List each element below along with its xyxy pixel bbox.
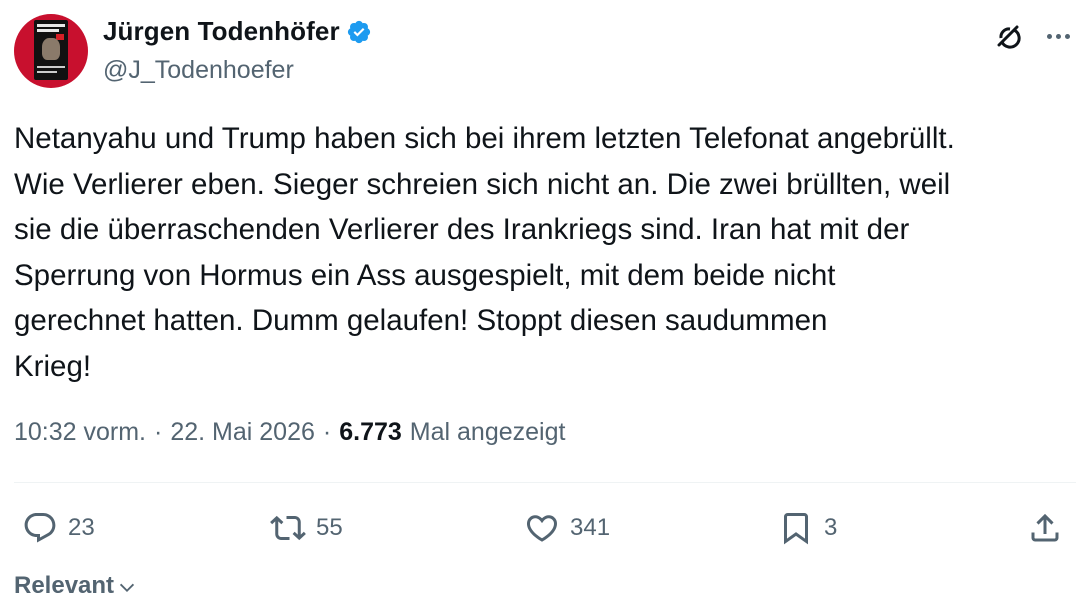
chevron-down-icon bbox=[119, 583, 135, 593]
bookmark-button[interactable]: 3 bbox=[778, 508, 837, 548]
reply-button[interactable]: 23 bbox=[22, 508, 95, 548]
more-options-icon[interactable] bbox=[1040, 18, 1076, 54]
meta-separator: · bbox=[322, 418, 332, 446]
author-display-name[interactable]: Jürgen Todenhöfer bbox=[103, 16, 340, 47]
reply-count: 23 bbox=[68, 514, 95, 541]
like-count: 341 bbox=[570, 514, 611, 541]
bookmark-count: 3 bbox=[824, 514, 838, 541]
author-handle[interactable]: @J_Todenhoefer bbox=[103, 56, 294, 85]
tweet-time[interactable]: 10:32 vorm. bbox=[14, 418, 146, 447]
views-count[interactable]: 6.773 bbox=[339, 418, 402, 447]
retweet-button[interactable]: 55 bbox=[270, 508, 343, 548]
avatar[interactable] bbox=[14, 14, 88, 88]
sort-relevant-dropdown[interactable]: Relevant bbox=[14, 572, 138, 600]
tweet-card: Jürgen Todenhöfer @J_Todenhoefer Netanya… bbox=[0, 0, 1087, 616]
retweet-count: 55 bbox=[316, 514, 343, 541]
share-icon bbox=[1031, 513, 1059, 542]
bookmark-icon bbox=[784, 513, 808, 545]
meta-separator: · bbox=[154, 418, 163, 446]
views-label[interactable]: Mal angezeigt bbox=[410, 418, 566, 447]
reply-icon bbox=[24, 513, 56, 543]
grok-icon[interactable] bbox=[990, 18, 1026, 54]
retweet-icon bbox=[270, 515, 306, 541]
sort-label: Relevant bbox=[14, 572, 115, 599]
tweet-date[interactable]: 22. Mai 2026 bbox=[170, 418, 315, 447]
verified-badge-icon[interactable] bbox=[346, 19, 372, 45]
avatar-book-cover bbox=[34, 20, 68, 80]
tweet-text: Netanyahu und Trump haben sich bei ihrem… bbox=[14, 122, 955, 383]
like-button[interactable]: 341 bbox=[524, 508, 610, 548]
divider bbox=[14, 482, 1076, 483]
tweet-meta: 10:32 vorm. · 22. Mai 2026 · 6.773 Mal a… bbox=[14, 418, 565, 447]
heart-icon bbox=[526, 515, 558, 542]
author-name-row: Jürgen Todenhöfer bbox=[103, 16, 372, 47]
share-button[interactable] bbox=[1027, 508, 1063, 548]
